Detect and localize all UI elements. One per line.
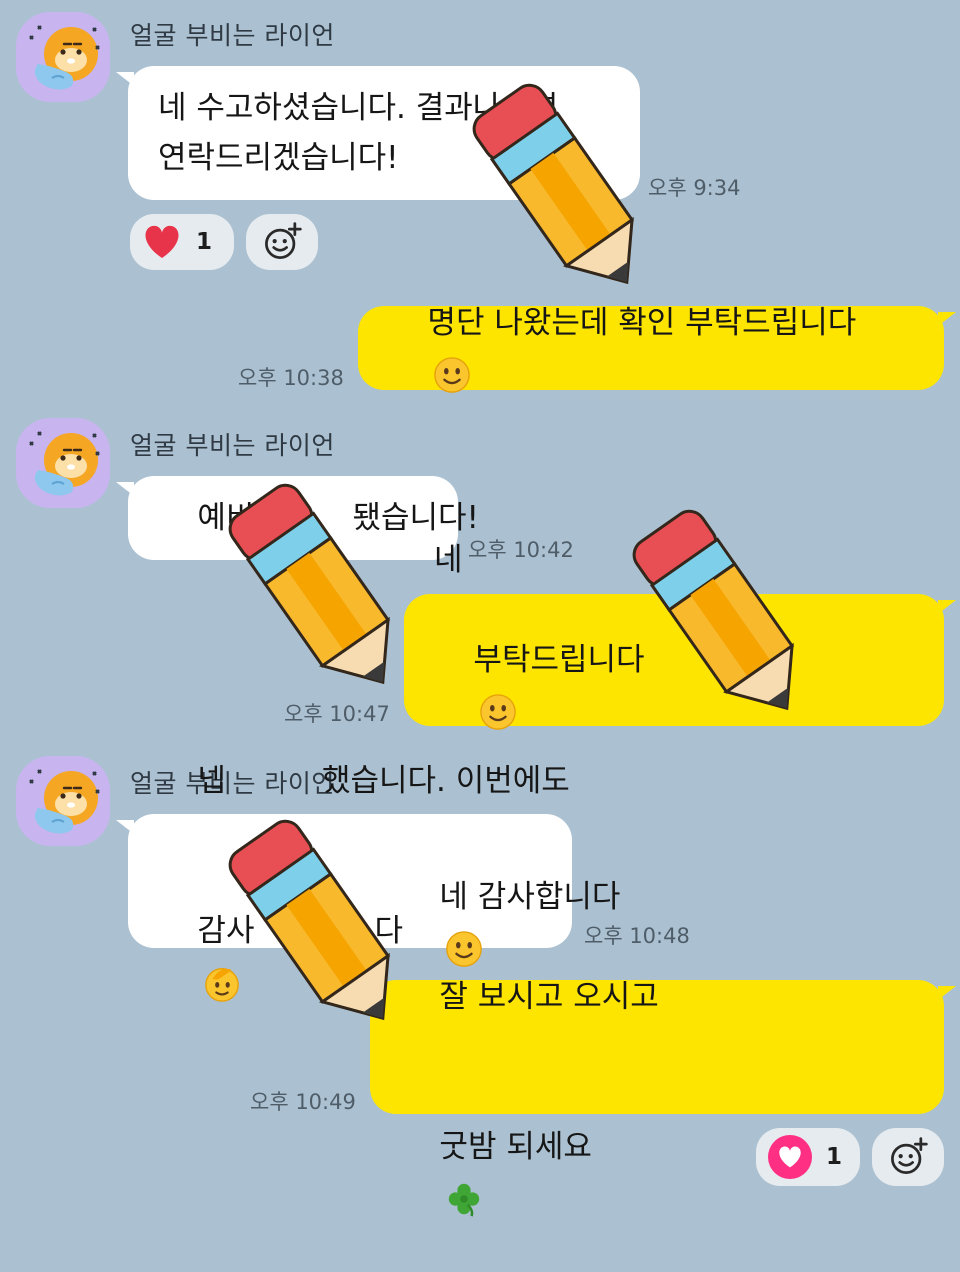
message-line: 부탁드립니다 — [473, 642, 645, 678]
message-bubble-incoming[interactable]: 네 수고하셨습니다. 결과나오면 연락드리겠습니다! — [116, 66, 640, 200]
reaction-heart-chip[interactable]: 1 — [130, 214, 234, 270]
message-line: 굿밤 되세요 — [439, 1129, 592, 1165]
message-line: 명단 나왔는데 확인 부탁드립니다 — [427, 305, 857, 341]
message-line: 감사 — [197, 913, 255, 949]
message-line: 네 — [434, 542, 463, 578]
message-bubble-outgoing[interactable]: 네 감사합니다 잘 보시고 오시고 굿밤 되세요 — [370, 879, 956, 1114]
message-line-wrap: 명단 나왔는데 확인 부탁드립니다 — [388, 248, 944, 448]
slightly-smiling-face-icon — [433, 356, 471, 394]
avatar[interactable] — [16, 418, 110, 508]
message-line: 네 수고하셨습니다. 결과나오면 — [158, 90, 559, 126]
message-line: 됐습니다! — [352, 500, 479, 536]
message-line: 네 감사합니다 — [439, 879, 621, 915]
heart-icon — [779, 1146, 801, 1168]
ryan-lion-avatar-icon — [16, 12, 110, 102]
add-reaction-button[interactable] — [246, 214, 318, 270]
heart-badge — [768, 1135, 812, 1179]
message-line-wrap: 굿밤 되세요 — [400, 1072, 944, 1272]
slightly-smiling-face-icon — [445, 930, 483, 968]
salute-face-icon — [203, 964, 241, 1002]
message-line: 잘 보시고 오시고 — [439, 979, 659, 1015]
message-bubble-outgoing[interactable]: 명단 나왔는데 확인 부탁드립니다 — [358, 305, 956, 390]
message-line: 넵 — [197, 763, 226, 799]
message-line-wrap: 네 감사합니다 잘 보시고 오시고 — [400, 822, 944, 1072]
ryan-lion-avatar-icon — [16, 756, 110, 846]
message-time: 오후 10:49 — [250, 1090, 356, 1114]
message-bubble-incoming[interactable]: 예비 됐습니다! — [116, 476, 479, 560]
message-line: 했습니다. 이번에도 — [321, 763, 570, 799]
heart-icon — [142, 224, 182, 260]
message-line: 다 — [374, 913, 403, 949]
message-line-wrap: 예비 됐습니다! — [158, 443, 479, 593]
message-line: 예비 — [197, 500, 255, 536]
four-leaf-clover-icon — [445, 1180, 483, 1218]
reaction-count: 1 — [196, 229, 213, 255]
reaction-heart-chip[interactable]: 1 — [756, 1128, 860, 1186]
add-reaction-button[interactable] — [872, 1128, 944, 1186]
add-emoji-reaction-icon — [260, 220, 304, 264]
reaction-count: 1 — [826, 1144, 843, 1170]
message-line: 연락드리겠습니다! — [158, 140, 399, 176]
avatar[interactable] — [16, 12, 110, 102]
sender-name: 얼굴 부비는 라이언 — [130, 21, 335, 50]
ryan-lion-avatar-icon — [16, 418, 110, 508]
message-time: 오후 9:34 — [648, 176, 741, 200]
avatar[interactable] — [16, 756, 110, 846]
add-emoji-reaction-icon — [886, 1135, 930, 1179]
message-time: 오후 10:38 — [238, 366, 344, 390]
